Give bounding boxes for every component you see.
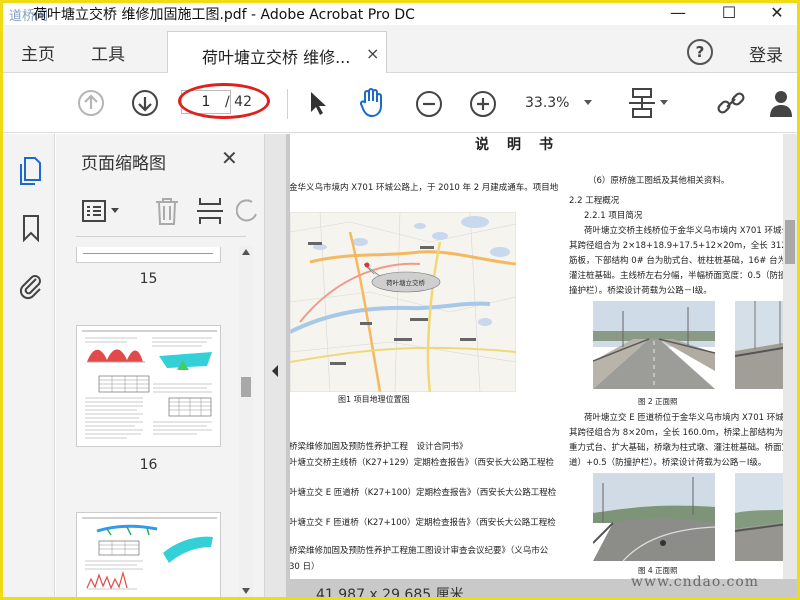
doc-right-line: 其跨径组合为 2×18+18.9+17.5+12×20m，全长 312.4m，桥… bbox=[569, 241, 795, 251]
thumbnails-scroll-thumb[interactable] bbox=[241, 377, 251, 397]
collapse-panel-arrow-icon[interactable] bbox=[270, 364, 280, 378]
left-navigation-rail bbox=[3, 134, 55, 597]
doc-left-line: 叶塘立交 F 匝道桥（K27+100）定期检查报告》（西安长大公路工程检 bbox=[290, 518, 556, 528]
page-fit-icon[interactable] bbox=[627, 87, 657, 119]
thumbnail-page-16-preview bbox=[82, 330, 217, 439]
hand-tool-button[interactable] bbox=[357, 86, 387, 118]
close-thumbnails-button[interactable]: ✕ bbox=[221, 146, 238, 170]
thumbnail-page-number: 15 bbox=[139, 271, 158, 287]
thumbnail-options-icon[interactable] bbox=[81, 198, 125, 224]
bookmark-icon[interactable] bbox=[21, 214, 41, 242]
maximize-button[interactable]: ☐ bbox=[709, 3, 749, 25]
document-tab-close-button[interactable]: × bbox=[366, 44, 379, 63]
doc-left-line: 叶塘立交 E 匝道桥（K27+100）定期检查报告》（西安长大公路工程检 bbox=[290, 488, 557, 498]
doc-left-line: 叶塘立交桥主线桥（K27+129）定期检查报告》（西安长大公路工程检 bbox=[290, 458, 554, 468]
page-thumbnails-panel: 页面缩略图 ✕ 15 16 bbox=[56, 134, 264, 597]
attachment-icon[interactable] bbox=[18, 270, 44, 300]
document-view[interactable]: 说 明 书 金华义乌市境内 X701 环城公路上，于 2010 年 2 月建成通… bbox=[286, 134, 797, 597]
figure-1-caption: 图1 项目地理位置图 bbox=[338, 395, 410, 404]
zoom-dropdown-chevron-icon[interactable] bbox=[583, 99, 593, 107]
login-button[interactable]: 登录 bbox=[749, 41, 783, 66]
window-title: 荷叶塘立交桥 维修加固施工图.pdf - Adobe Acrobat Pro D… bbox=[33, 7, 415, 23]
insert-page-icon[interactable] bbox=[196, 196, 224, 226]
location-map: 荷叶塘立交桥 bbox=[290, 212, 516, 392]
page-size-status: 41.987 x 29.685 厘米 bbox=[316, 587, 464, 597]
help-button[interactable]: ? bbox=[687, 39, 713, 65]
site-watermark: www.cndao.com bbox=[631, 574, 760, 590]
help-icon: ? bbox=[695, 43, 705, 61]
page-thumbnails-icon[interactable] bbox=[18, 156, 42, 186]
doc-right-line: 灌注桩基础。主线桥左右分幅，半幅桥面宽度：0.5（防撞护栏 bbox=[569, 271, 795, 281]
document-tab-title: 荷叶塘立交桥 维修... bbox=[202, 48, 351, 67]
toolbar: 1 / 42 33.3% bbox=[3, 73, 797, 133]
next-page-button[interactable] bbox=[131, 89, 159, 117]
zoom-out-button[interactable] bbox=[415, 90, 443, 118]
doc-subsection-heading: 2.2.1 项目简况 bbox=[584, 211, 643, 221]
thumbnails-scrollbar[interactable] bbox=[239, 246, 253, 597]
share-link-icon[interactable] bbox=[715, 89, 747, 119]
bridge-deck-photo bbox=[593, 301, 715, 389]
tab-tools[interactable]: 工具 bbox=[91, 40, 125, 65]
minimize-button[interactable]: — bbox=[658, 3, 698, 25]
doc-left-line: 桥梁维修加固及预防性养护工程 设计合同书》 bbox=[290, 442, 468, 452]
title-bar: 道桥网 荷叶塘立交桥 维修加固施工图.pdf - Adobe Acrobat P… bbox=[3, 3, 797, 25]
ramp-photo bbox=[593, 473, 715, 561]
close-window-button[interactable]: ✕ bbox=[757, 3, 797, 25]
document-page: 说 明 书 金华义乌市境内 X701 环城公路上，于 2010 年 2 月建成通… bbox=[290, 134, 795, 579]
add-user-icon[interactable] bbox=[769, 87, 797, 119]
scroll-up-icon[interactable] bbox=[241, 248, 251, 256]
thumbnail-page-17[interactable] bbox=[76, 512, 221, 597]
doc-left-line: 金华义乌市境内 X701 环城公路上，于 2010 年 2 月建成通车。项目地 bbox=[290, 183, 559, 193]
thumbnail-page-number: 16 bbox=[139, 457, 158, 473]
select-tool-button[interactable] bbox=[307, 89, 329, 117]
page-fit-chevron-icon[interactable] bbox=[659, 99, 669, 107]
doc-right-line: 撞护栏）。桥梁设计荷载为公路－Ⅰ级。 bbox=[569, 286, 712, 296]
doc-right-line: 荷叶塘立交 E 匝道桥位于金华义乌市境内 X701 环城公路， bbox=[584, 413, 795, 423]
thumbnail-page-16[interactable] bbox=[76, 325, 221, 447]
map-callout-label: 荷叶塘立交桥 bbox=[386, 278, 426, 287]
delete-page-icon[interactable] bbox=[154, 196, 180, 226]
thumbnails-panel-title: 页面缩略图 bbox=[81, 154, 166, 174]
zoom-in-button[interactable] bbox=[469, 90, 497, 118]
doc-right-line: 筋板，下部结构 0# 台为肋式台、桩柱桩基础，16# 台为重力式台 bbox=[569, 256, 795, 266]
doc-right-line: 荷叶塘立交桥主线桥位于金华义乌市境内 X701 环城公路上 bbox=[584, 226, 795, 236]
tab-home[interactable]: 主页 bbox=[21, 40, 55, 65]
document-heading: 说 明 书 bbox=[475, 137, 555, 153]
figure-2-caption: 图 2 正面照 bbox=[638, 397, 678, 406]
document-vertical-scrollbar[interactable] bbox=[783, 134, 797, 579]
doc-left-line: 30 日） bbox=[290, 562, 320, 572]
doc-left-line: 桥梁维修加固及预防性养护工程施工图设计审查会议纪要》（义乌市公 bbox=[290, 546, 549, 556]
zoom-level-select[interactable]: 33.3% bbox=[525, 95, 569, 111]
document-scroll-thumb[interactable] bbox=[785, 220, 795, 264]
panel-divider[interactable] bbox=[264, 134, 286, 597]
doc-right-line: 道）+0.5（防撞护栏）。桥梁设计荷载为公路－Ⅰ级。 bbox=[569, 458, 767, 468]
rotate-page-icon[interactable] bbox=[236, 198, 260, 224]
doc-right-line: 其跨径组合为 8×20m，全长 160.0m，桥梁上部结构为普通钢筋 bbox=[569, 428, 795, 438]
doc-right-line: 重力式台、扩大基础，桥墩为柱式墩、灌注桩基础。桥面宽度： bbox=[569, 443, 795, 453]
doc-right-line: （6）原桥施工图纸及其他相关资料。 bbox=[588, 176, 730, 186]
thumbnail-page-17-preview bbox=[82, 517, 217, 590]
document-tab[interactable]: 荷叶塘立交桥 维修... × bbox=[167, 31, 387, 74]
scroll-down-icon[interactable] bbox=[241, 587, 251, 595]
previous-page-button[interactable] bbox=[77, 89, 105, 117]
doc-section-heading: 2.2 工程概况 bbox=[569, 196, 620, 206]
red-highlight-oval bbox=[178, 83, 270, 119]
thumbnail-page-14[interactable] bbox=[76, 247, 221, 263]
menu-row: 主页 工具 荷叶塘立交桥 维修... × ? 登录 bbox=[3, 25, 797, 74]
